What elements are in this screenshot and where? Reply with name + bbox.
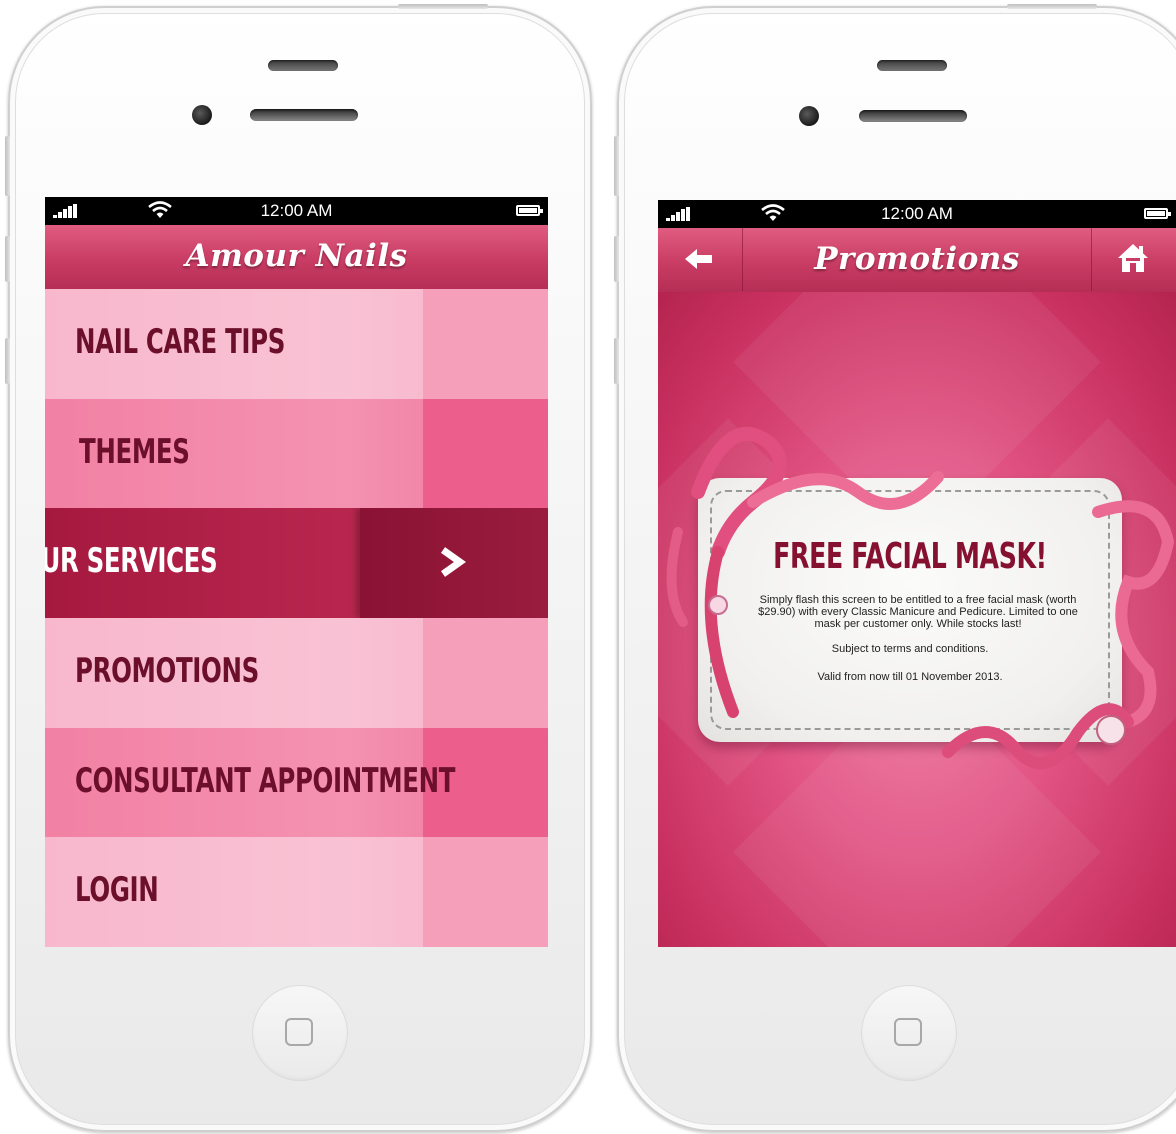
front-camera xyxy=(799,106,819,126)
menu-item-accent xyxy=(423,618,548,728)
home-nav-button[interactable] xyxy=(1091,228,1176,291)
earpiece xyxy=(250,109,358,121)
menu-item-label: LOGIN xyxy=(75,870,159,910)
menu-item-label: NAIL CARE TIPS xyxy=(75,322,286,362)
menu-item-label: THEMES xyxy=(79,432,190,472)
menu-item-accent xyxy=(423,289,548,399)
battery-icon xyxy=(1144,208,1171,219)
power-button xyxy=(398,4,488,9)
home-button[interactable] xyxy=(861,985,957,1081)
menu-item-consultant-appointment[interactable]: CONSULTANT APPOINTMENT xyxy=(45,728,548,838)
ribbon-decoration xyxy=(666,426,1175,770)
status-time: 12:00 AM xyxy=(260,201,333,220)
power-button xyxy=(1007,4,1097,9)
menu-item-label: CONSULTANT APPOINTMENT xyxy=(75,761,456,801)
top-speaker xyxy=(877,60,947,71)
app-header: Promotions xyxy=(658,228,1176,293)
menu-item-promotions[interactable]: PROMOTIONS xyxy=(45,618,548,728)
status-bar: 12:00 AM xyxy=(658,200,1176,228)
volume-up-button xyxy=(5,236,10,282)
volume-up-button xyxy=(614,236,619,282)
phone-left: 12:00 AM Amour Nails NAIL CARE TIPS THEM… xyxy=(5,4,592,1132)
battery-icon xyxy=(516,205,543,216)
menu-item-accent xyxy=(423,399,548,509)
mute-switch xyxy=(5,136,10,196)
front-camera xyxy=(192,105,212,125)
top-speaker xyxy=(268,60,338,71)
status-bar: 12:00 AM xyxy=(45,197,548,225)
home-icon xyxy=(1118,244,1148,272)
app-title: Amour Nails xyxy=(185,238,408,274)
phone-right: 12:00 AM Promotions FREE FACIAL MASK! Si… xyxy=(614,4,1176,1132)
status-time: 12:00 AM xyxy=(881,204,953,223)
mute-switch xyxy=(614,136,619,196)
menu-item-accent xyxy=(423,837,548,947)
menu-item-label: PROMOTIONS xyxy=(75,651,259,691)
earpiece xyxy=(859,110,967,122)
menu-item-nail-care-tips[interactable]: NAIL CARE TIPS xyxy=(45,289,548,399)
chevron-right-icon[interactable] xyxy=(438,546,466,578)
home-button[interactable] xyxy=(252,985,348,1081)
menu-item-themes[interactable]: THEMES xyxy=(45,399,548,509)
menu-item-login[interactable]: LOGIN xyxy=(45,837,548,947)
home-button-icon xyxy=(285,1018,313,1046)
volume-down-button xyxy=(614,338,619,384)
menu-item-accent xyxy=(360,508,548,618)
volume-down-button xyxy=(5,338,10,384)
promotion-content: FREE FACIAL MASK! Simply flash this scre… xyxy=(658,292,1176,947)
menu-item-our-services[interactable]: OUR SERVICES xyxy=(45,508,548,618)
screen-right: 12:00 AM Promotions FREE FACIAL MASK! Si… xyxy=(658,200,1176,947)
app-header: Amour Nails xyxy=(45,225,548,290)
screen-left: 12:00 AM Amour Nails NAIL CARE TIPS THEM… xyxy=(45,197,548,947)
main-menu: NAIL CARE TIPS THEMES OUR SERVICES PROMO… xyxy=(45,289,548,947)
home-button-icon xyxy=(894,1018,922,1046)
menu-item-label: OUR SERVICES xyxy=(45,541,218,581)
